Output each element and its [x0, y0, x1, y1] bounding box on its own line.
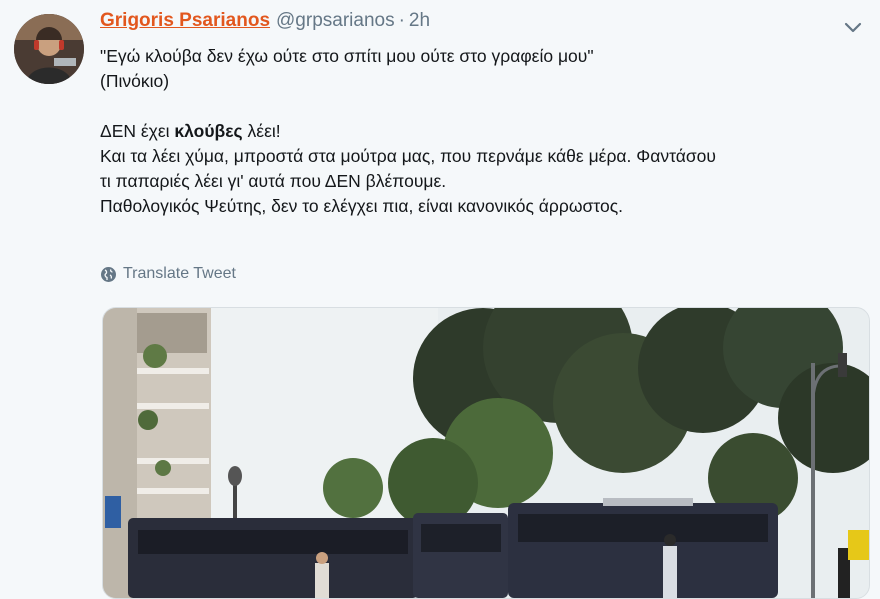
tweet-line: Και τα λέει χύμα, μπροστά στα μούτρα μας… [100, 146, 716, 166]
tweet-line: Παθολογικός Ψεύτης, δεν το ελέγχει πια, … [100, 196, 623, 216]
chevron-down-icon[interactable] [842, 16, 864, 38]
translate-label: Translate Tweet [123, 265, 236, 282]
avatar-photo [14, 14, 84, 84]
tweet-line: τι παπαριές λέει γι' αυτά που ΔΕΝ βλέπου… [100, 171, 447, 191]
tweet-line-post: λέει! [242, 121, 281, 141]
translate-tweet-link[interactable]: Translate Tweet [100, 265, 236, 283]
tweet-line: ΔΕΝ έχει κλούβες λέει! [100, 119, 870, 144]
globe-icon [101, 266, 116, 282]
avatar[interactable] [14, 14, 84, 84]
tweet-header: Grigoris Psarianos @grpsarianos · 2h [100, 10, 430, 32]
tweet: Grigoris Psarianos @grpsarianos · 2h "Εγώ κ… [0, 0, 880, 599]
tweet-line-pre: ΔΕΝ έχει [100, 121, 175, 141]
tweet-line: "Εγώ κλούβα δεν έχω ούτε στο σπίτι μου ο… [100, 46, 594, 66]
tweet-time[interactable]: 2h [409, 10, 430, 31]
tweet-line: (Πινόκιο) [100, 71, 170, 91]
author-handle[interactable]: @grpsarianos [276, 10, 395, 31]
author-name[interactable]: Grigoris Psarianos [100, 10, 270, 31]
tweet-media-photo[interactable] [102, 307, 870, 599]
street-photo [103, 308, 869, 598]
separator: · [398, 10, 405, 31]
tweet-text: "Εγώ κλούβα δεν έχω ούτε στο σπίτι μου ο… [100, 44, 870, 219]
tweet-line-bold: κλούβες [174, 121, 243, 141]
